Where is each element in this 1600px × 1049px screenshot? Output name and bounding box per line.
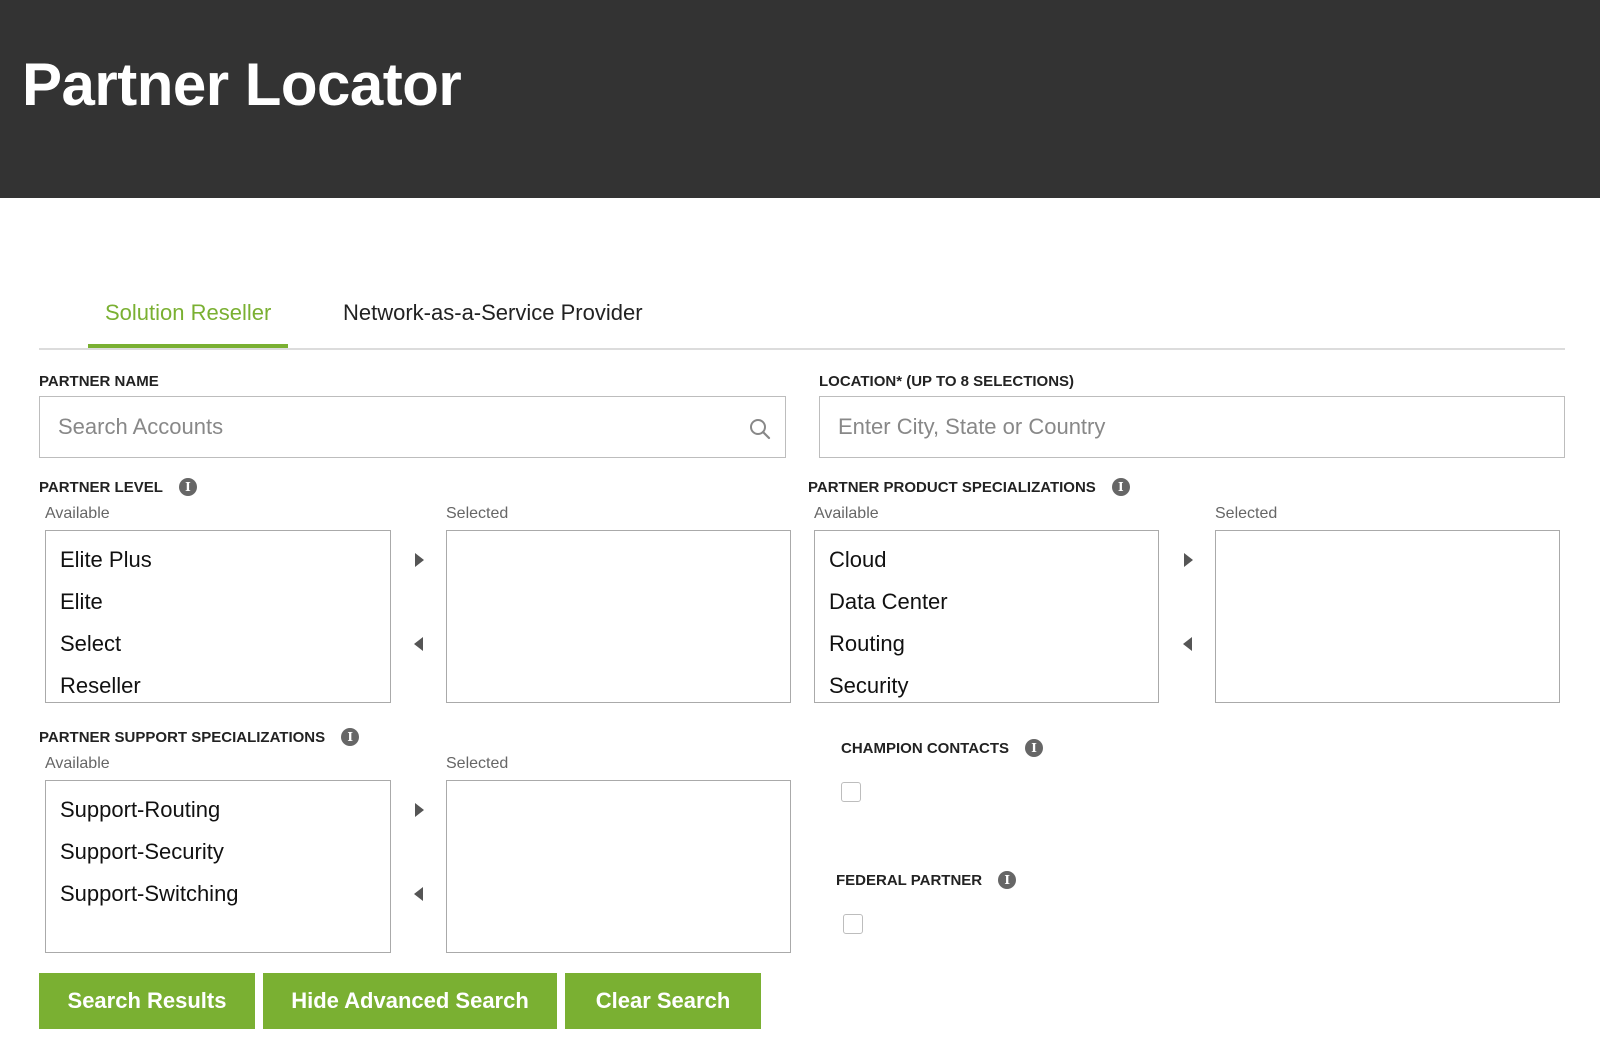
hide-advanced-search-button[interactable]: Hide Advanced Search: [263, 973, 557, 1029]
list-item[interactable]: Support-Switching: [60, 873, 390, 915]
list-item[interactable]: Cloud: [829, 539, 1158, 581]
move-left-arrow-icon[interactable]: [409, 884, 429, 904]
partner-level-available-list[interactable]: Elite Plus Elite Select Reseller: [45, 530, 391, 703]
partner-level-label: PARTNER LEVEL i: [39, 477, 197, 496]
list-item[interactable]: Reseller: [60, 665, 390, 702]
support-specializations-label: PARTNER SUPPORT SPECIALIZATIONS i: [39, 727, 360, 746]
list-item[interactable]: Support-Routing: [60, 789, 390, 831]
info-icon[interactable]: i: [998, 870, 1017, 889]
federal-partner-label: FEDERAL PARTNER i: [836, 870, 1017, 889]
move-right-arrow-icon[interactable]: [409, 800, 429, 820]
location-input[interactable]: [820, 397, 1564, 457]
location-label: LOCATION* (UP TO 8 SELECTIONS): [819, 373, 1075, 390]
support-available-list[interactable]: Support-Routing Support-Security Support…: [45, 780, 391, 953]
partner-level-selected-list[interactable]: [446, 530, 791, 703]
tab-solution-reseller[interactable]: Solution Reseller: [88, 298, 289, 348]
list-item[interactable]: Elite Plus: [60, 539, 390, 581]
product-specializations-label: PARTNER PRODUCT SPECIALIZATIONS i: [808, 477, 1130, 496]
product-selected-label: Selected: [1215, 505, 1278, 522]
partner-level-available-label: Available: [45, 505, 110, 522]
partner-level-label-text: PARTNER LEVEL: [39, 479, 163, 496]
search-results-button[interactable]: Search Results: [39, 973, 255, 1029]
move-left-arrow-icon[interactable]: [409, 634, 429, 654]
info-icon[interactable]: i: [178, 477, 197, 496]
info-icon[interactable]: i: [341, 727, 360, 746]
support-selected-label: Selected: [446, 755, 509, 772]
partner-name-field: [39, 396, 786, 458]
search-icon[interactable]: [749, 418, 771, 440]
list-item[interactable]: Support-Security: [60, 831, 390, 873]
champion-contacts-checkbox[interactable]: [841, 782, 861, 802]
partner-name-input[interactable]: [40, 397, 785, 457]
page-header: Partner Locator: [0, 0, 1600, 198]
clear-search-button[interactable]: Clear Search: [565, 973, 761, 1029]
champion-contacts-label: CHAMPION CONTACTS i: [841, 738, 1044, 757]
list-item[interactable]: Select: [60, 623, 390, 665]
support-specializations-label-text: PARTNER SUPPORT SPECIALIZATIONS: [39, 729, 326, 746]
partner-level-selected-label: Selected: [446, 505, 509, 522]
location-field: [819, 396, 1565, 458]
support-available-label: Available: [45, 755, 110, 772]
move-right-arrow-icon[interactable]: [1178, 550, 1198, 570]
tab-naas-provider[interactable]: Network-as-a-Service Provider: [326, 298, 660, 348]
product-selected-list[interactable]: [1215, 530, 1560, 703]
move-right-arrow-icon[interactable]: [409, 550, 429, 570]
list-item[interactable]: Routing: [829, 623, 1158, 665]
support-selected-list[interactable]: [446, 780, 791, 953]
federal-partner-label-text: FEDERAL PARTNER: [836, 872, 983, 889]
product-specializations-label-text: PARTNER PRODUCT SPECIALIZATIONS: [808, 479, 1096, 496]
product-available-list[interactable]: Cloud Data Center Routing Security: [814, 530, 1159, 703]
champion-contacts-label-text: CHAMPION CONTACTS: [841, 740, 1010, 757]
info-icon[interactable]: i: [1111, 477, 1130, 496]
info-icon[interactable]: i: [1025, 738, 1044, 757]
tab-bar: Solution Reseller Network-as-a-Service P…: [39, 290, 1565, 350]
federal-partner-checkbox[interactable]: [843, 914, 863, 934]
page-title: Partner Locator: [22, 51, 462, 118]
list-item[interactable]: Data Center: [829, 581, 1158, 623]
partner-name-label: PARTNER NAME: [39, 373, 159, 390]
product-available-label: Available: [814, 505, 879, 522]
move-left-arrow-icon[interactable]: [1178, 634, 1198, 654]
list-item[interactable]: Security: [829, 665, 1158, 702]
list-item[interactable]: Elite: [60, 581, 390, 623]
